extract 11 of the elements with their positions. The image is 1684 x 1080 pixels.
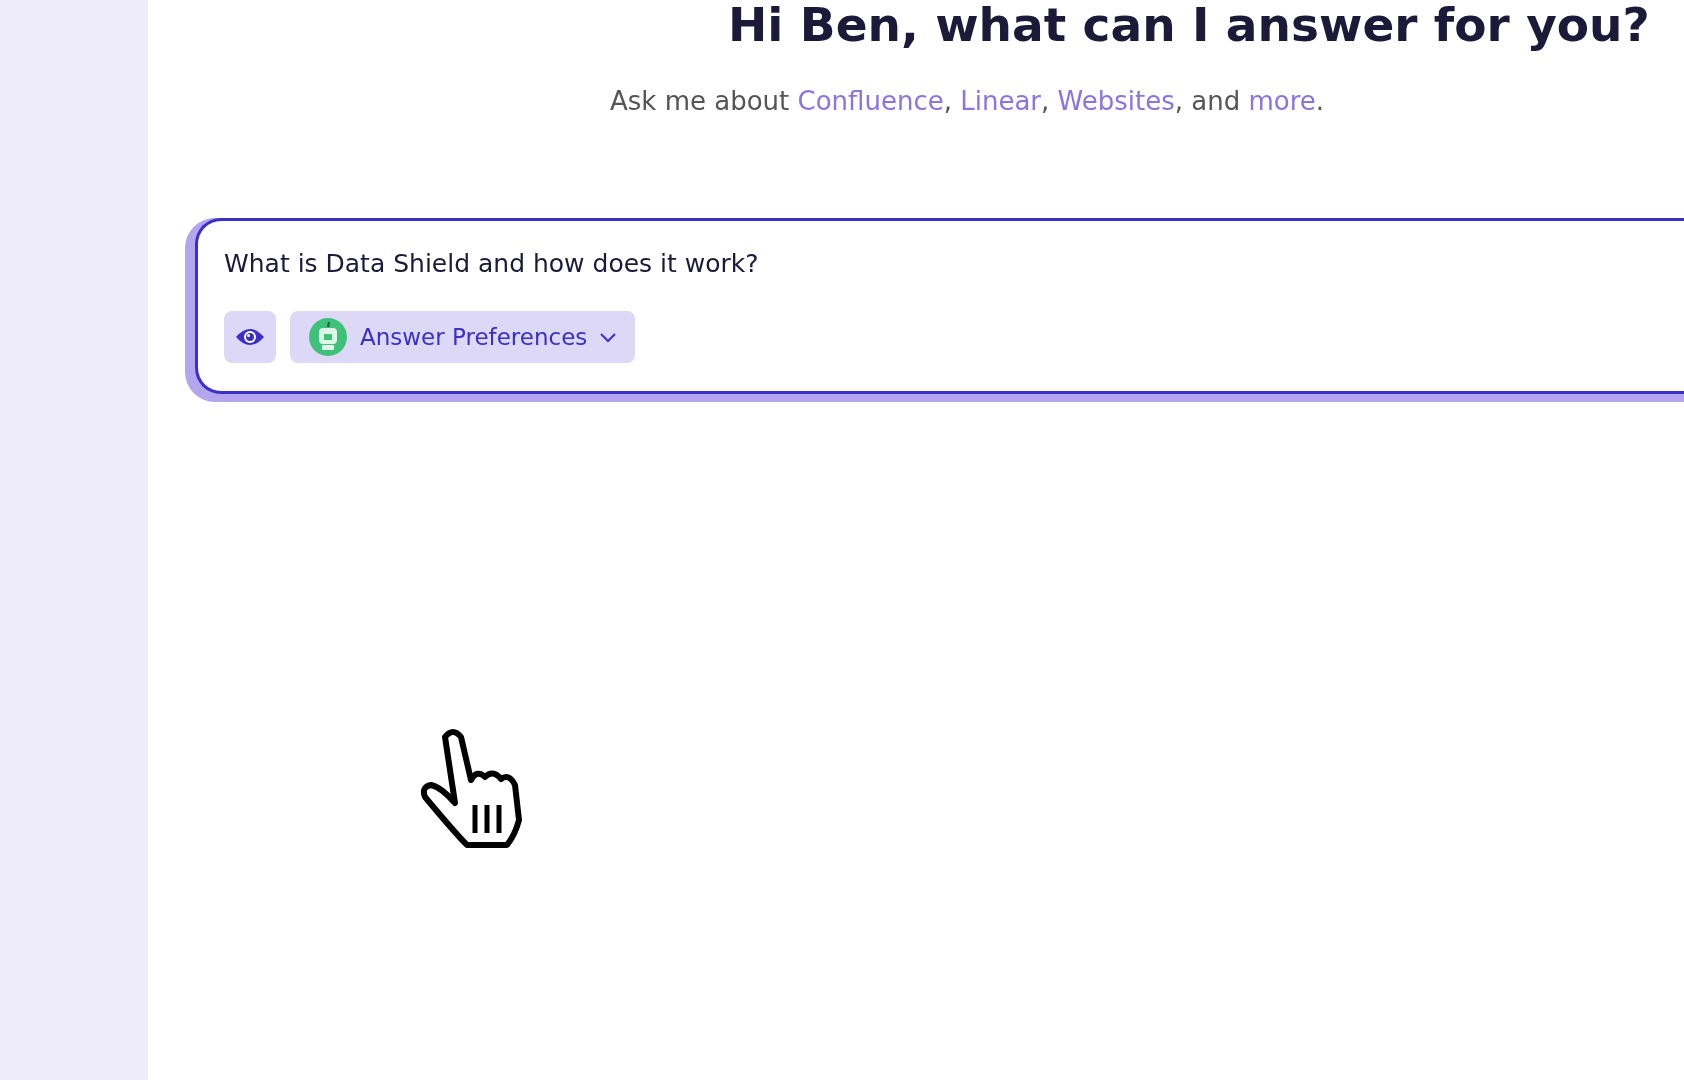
link[interactable]: Websites: [1057, 86, 1175, 116]
link[interactable]: Confluence: [797, 86, 944, 116]
robot-icon: [308, 317, 348, 357]
answer-preferences-dropdown[interactable]: Answer Preferences: [290, 311, 636, 363]
link[interactable]: more: [1248, 86, 1316, 116]
chevron-down-icon: [599, 331, 618, 343]
link[interactable]: Linear: [960, 86, 1042, 116]
visibility-button[interactable]: [224, 311, 276, 363]
subtitle-text: Ask me about Confluence, Linear, Websites, and more.: [609, 85, 1326, 118]
greeting-heading: Hi Ben, what can I answer for you?: [727, 0, 1651, 54]
question-text: What is Data Shield and how does it work?: [224, 249, 760, 278]
